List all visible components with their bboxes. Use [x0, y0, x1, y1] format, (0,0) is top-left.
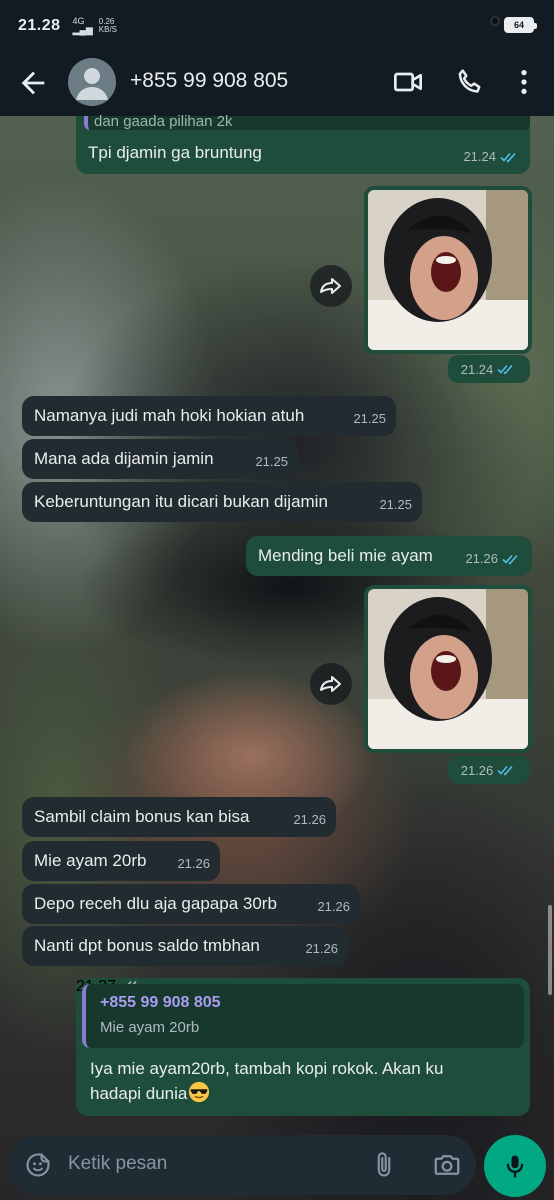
message-time: 21.25 — [255, 454, 288, 469]
message-text: Nanti dpt bonus saldo tmbhan — [34, 936, 260, 955]
quoted-message[interactable]: +855 99 908 805 Mie ayam 20rb — [82, 984, 524, 1048]
message-text: Iya mie ayam20rb, tambah kopi rokok. Aka… — [90, 1056, 510, 1106]
message-input-bar[interactable]: Ketik pesan — [8, 1135, 476, 1195]
network-speed: 0.26 KB/S — [99, 18, 117, 34]
message-bubble-out-reply[interactable]: +855 99 908 805 Mie ayam 20rb Iya mie ay… — [76, 978, 530, 1116]
message-time: 21.24 — [463, 149, 496, 164]
photo-image — [368, 589, 528, 749]
quoted-message-text: Mie ayam 20rb — [100, 1019, 200, 1036]
emoji-icon[interactable] — [24, 1151, 52, 1179]
photo-image — [368, 190, 528, 350]
message-text: Namanya judi mah hoki hokian atuh — [34, 406, 305, 425]
message-text-line2: hadapi dunia — [90, 1084, 188, 1103]
voice-record-button[interactable] — [484, 1135, 546, 1197]
message-time: 21.26 — [460, 762, 494, 778]
microphone-icon — [506, 1155, 524, 1178]
message-bubble-out[interactable]: Mending beli mie ayam 21.26 — [246, 536, 532, 576]
front-camera-cutout — [490, 16, 500, 26]
forward-icon — [320, 676, 341, 692]
arrow-left-icon[interactable] — [16, 66, 50, 100]
message-text: Mending beli mie ayam — [258, 546, 433, 565]
phone-icon[interactable] — [454, 66, 486, 98]
message-bubble-in[interactable]: Keberuntungan itu dicari bukan dijamin 2… — [22, 482, 422, 522]
camera-icon[interactable] — [432, 1150, 462, 1180]
contact-name[interactable]: +855 99 908 805 — [130, 69, 288, 93]
forward-button[interactable] — [310, 265, 352, 307]
message-meta: 21.26 — [448, 756, 530, 784]
photo[interactable] — [368, 589, 528, 749]
status-bar: 21.28 4G ▂▄▆ 0.26 KB/S 64 — [0, 0, 554, 52]
message-text: Depo receh dlu aja gapapa 30rb — [34, 894, 277, 913]
message-bubble-in[interactable]: Depo receh dlu aja gapapa 30rb 21.26 — [22, 884, 360, 924]
message-time: 21.24 — [460, 361, 494, 377]
double-check-read-icon — [502, 554, 518, 565]
photo[interactable] — [368, 190, 528, 350]
scrollbar[interactable] — [548, 905, 552, 995]
message-text: Mie ayam 20rb — [34, 851, 147, 870]
battery-icon: 64 — [504, 17, 537, 33]
image-message[interactable] — [364, 585, 532, 753]
message-bubble-in[interactable]: Mie ayam 20rb 21.26 — [22, 841, 220, 881]
message-bubble-in[interactable]: Namanya judi mah hoki hokian atuh 21.25 — [22, 396, 396, 436]
status-time: 21.28 — [18, 17, 61, 34]
message-time: 21.26 — [293, 812, 326, 827]
double-check-read-icon — [500, 152, 516, 163]
sunglasses-emoji-icon — [189, 1081, 210, 1103]
double-check-read-icon — [497, 364, 513, 375]
message-text: Keberuntungan itu dicari bukan dijamin — [34, 492, 328, 511]
message-input[interactable]: Ketik pesan — [68, 1153, 167, 1175]
more-vertical-icon[interactable] — [508, 66, 540, 98]
avatar[interactable] — [68, 58, 116, 106]
message-time: 21.26 — [305, 941, 338, 956]
default-avatar-icon — [68, 58, 116, 106]
chat-header: +855 99 908 805 — [0, 52, 554, 116]
network-type: 4G — [72, 16, 85, 26]
message-meta: 21.24 — [463, 146, 520, 168]
quoted-message-author: +855 99 908 805 — [100, 994, 221, 1011]
forward-icon — [320, 278, 341, 294]
video-camera-icon[interactable] — [392, 66, 424, 98]
message-time: 21.26 — [317, 899, 350, 914]
message-time: 21.26 — [465, 551, 498, 566]
message-bubble-out[interactable]: dan gaada pilihan 2k Tpi djamin ga brunt… — [76, 113, 530, 174]
message-time: 21.25 — [353, 411, 386, 426]
message-time: 21.26 — [177, 856, 210, 871]
message-bubble-in[interactable]: Sambil claim bonus kan bisa 21.26 — [22, 797, 336, 837]
message-text: Sambil claim bonus kan bisa — [34, 807, 250, 826]
message-text: Tpi djamin ga bruntung — [88, 143, 262, 162]
message-meta: 21.26 — [465, 548, 522, 570]
double-check-read-icon — [497, 765, 513, 776]
image-message[interactable] — [364, 186, 532, 354]
message-bubble-in[interactable]: Mana ada dijamin jamin 21.25 — [22, 439, 298, 479]
message-bubble-in[interactable]: Nanti dpt bonus saldo tmbhan 21.26 — [22, 926, 348, 966]
paperclip-icon[interactable] — [370, 1150, 398, 1180]
message-time: 21.25 — [379, 497, 412, 512]
message-meta: 21.24 — [448, 355, 530, 383]
network-speed-unit: KB/S — [98, 25, 118, 34]
quoted-message-text: dan gaada pilihan 2k — [94, 113, 233, 130]
signal-indicator: 4G ▂▄▆ — [72, 16, 93, 35]
message-text-line1: Iya mie ayam20rb, tambah kopi rokok. Aka… — [90, 1059, 444, 1078]
forward-button[interactable] — [310, 663, 352, 705]
message-text: Mana ada dijamin jamin — [34, 449, 214, 468]
